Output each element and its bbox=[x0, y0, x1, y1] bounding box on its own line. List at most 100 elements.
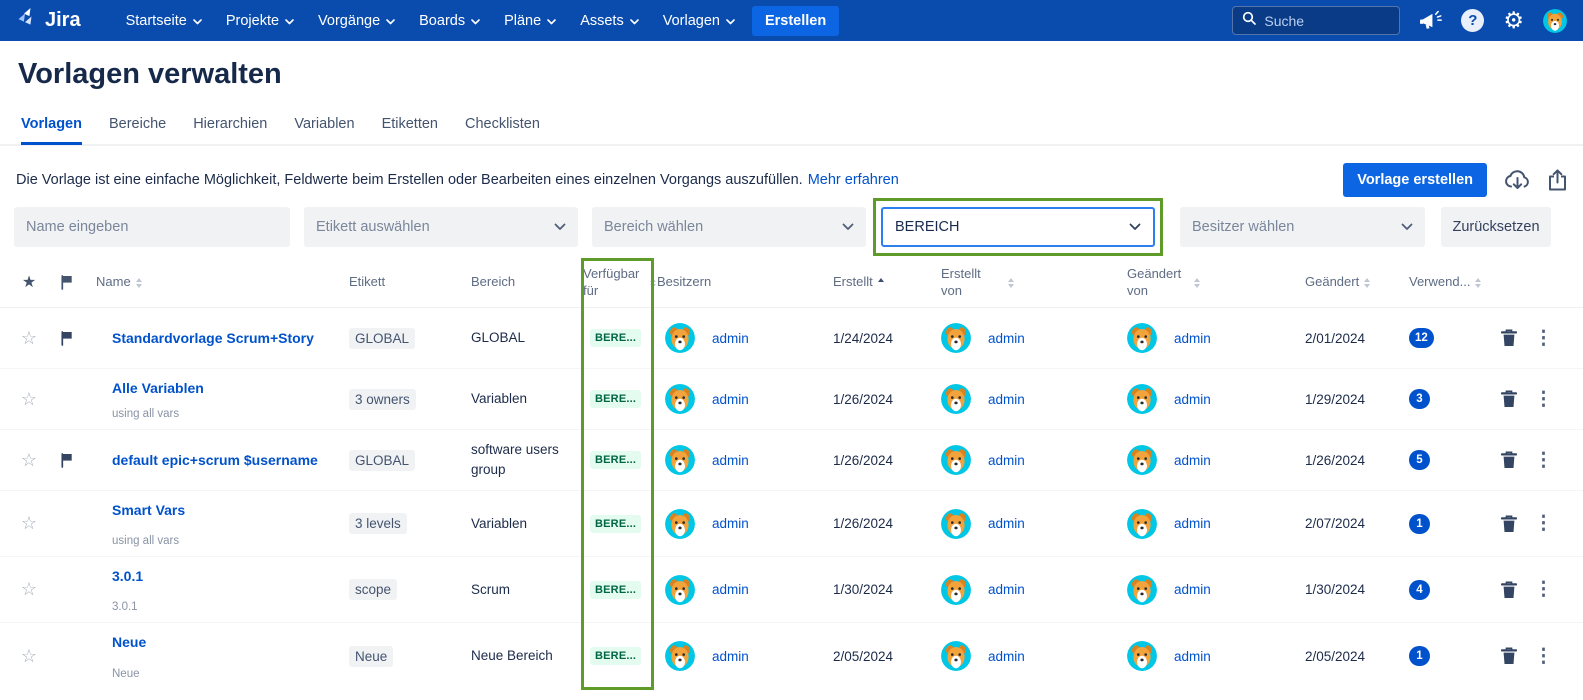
nav-item-assets[interactable]: Assets bbox=[569, 6, 650, 36]
column-header-erstellt[interactable]: Erstellt bbox=[825, 274, 933, 290]
modified-by-link[interactable]: admin bbox=[1174, 331, 1211, 346]
modified-by-link[interactable]: admin bbox=[1174, 582, 1211, 597]
sort-icon bbox=[1475, 277, 1482, 288]
user-avatar[interactable] bbox=[1543, 8, 1567, 33]
kebab-menu-icon[interactable]: ⋮ bbox=[1534, 390, 1553, 409]
template-name-link[interactable]: Standardvorlage Scrum+Story bbox=[112, 330, 314, 346]
tab-checklisten[interactable]: Checklisten bbox=[465, 116, 540, 145]
nav-item-vorg-nge[interactable]: Vorgänge bbox=[307, 6, 406, 36]
scope-cell: Neue Bereich bbox=[471, 648, 553, 664]
nav-item-projekte[interactable]: Projekte bbox=[215, 6, 305, 36]
tab-hierarchien[interactable]: Hierarchien bbox=[193, 116, 267, 145]
created-by-link[interactable]: admin bbox=[988, 582, 1025, 597]
export-share-icon[interactable] bbox=[1548, 169, 1567, 191]
flag-column-header[interactable] bbox=[52, 275, 82, 290]
favorite-star-icon[interactable]: ☆ bbox=[14, 513, 44, 534]
available-for-badge: BERE... bbox=[590, 451, 642, 469]
created-date: 2/05/2024 bbox=[833, 648, 894, 664]
label-filter-select[interactable]: Etikett auswählen bbox=[304, 207, 578, 247]
template-name-link[interactable]: default epic+scrum $username bbox=[112, 452, 318, 468]
kebab-menu-icon[interactable]: ⋮ bbox=[1534, 329, 1553, 348]
owner-avatar bbox=[665, 508, 695, 539]
bereich-filter-select-focused[interactable]: BEREICH bbox=[881, 207, 1155, 247]
template-name-link[interactable]: 3.0.1 bbox=[112, 568, 143, 584]
created-by-link[interactable]: admin bbox=[988, 331, 1025, 346]
kebab-menu-icon[interactable]: ⋮ bbox=[1534, 514, 1553, 533]
column-header-verwendet[interactable]: Verwend... bbox=[1401, 274, 1489, 290]
owner-filter-select[interactable]: Besitzer wählen bbox=[1180, 207, 1425, 247]
kebab-menu-icon[interactable]: ⋮ bbox=[1534, 647, 1553, 666]
tab-variablen[interactable]: Variablen bbox=[294, 116, 354, 145]
tab-vorlagen[interactable]: Vorlagen bbox=[21, 116, 82, 145]
delete-trash-icon[interactable] bbox=[1501, 514, 1517, 533]
delete-trash-icon[interactable] bbox=[1501, 329, 1517, 347]
nav-item-pl-ne[interactable]: Pläne bbox=[493, 6, 567, 36]
template-name-link[interactable]: Neue bbox=[112, 634, 146, 650]
modified-by-link[interactable]: admin bbox=[1174, 649, 1211, 664]
owner-avatar bbox=[665, 323, 695, 353]
create-template-button[interactable]: Vorlage erstellen bbox=[1343, 163, 1487, 197]
modified-by-cell: admin bbox=[1119, 323, 1297, 353]
search-box[interactable] bbox=[1232, 6, 1401, 35]
kebab-menu-icon[interactable]: ⋮ bbox=[1534, 451, 1553, 470]
created-by-cell: admin bbox=[933, 574, 1119, 605]
owner-link[interactable]: admin bbox=[712, 582, 749, 597]
template-name-link[interactable]: Alle Variablen bbox=[112, 380, 204, 396]
column-header-erstellt-von[interactable]: Erstellt von bbox=[933, 266, 1119, 299]
star-column-header[interactable]: ★ bbox=[14, 273, 44, 293]
nav-item-startseite[interactable]: Startseite bbox=[115, 6, 213, 36]
modified-date: 2/07/2024 bbox=[1305, 516, 1366, 531]
favorite-star-icon[interactable]: ☆ bbox=[14, 389, 44, 410]
modified-by-link[interactable]: admin bbox=[1174, 453, 1211, 468]
search-input[interactable] bbox=[1264, 12, 1385, 29]
owner-link[interactable]: admin bbox=[712, 516, 749, 531]
column-header-verfuegbar[interactable]: Verfügbar für bbox=[583, 266, 657, 299]
table-row: ☆ Smart Vars using all vars 3 levels Var… bbox=[0, 491, 1583, 557]
delete-trash-icon[interactable] bbox=[1501, 451, 1517, 469]
create-button[interactable]: Erstellen bbox=[751, 5, 840, 36]
megaphone-icon[interactable] bbox=[1419, 10, 1443, 31]
modified-by-link[interactable]: admin bbox=[1174, 392, 1211, 407]
favorite-star-icon[interactable]: ☆ bbox=[14, 646, 44, 667]
created-by-cell: admin bbox=[933, 641, 1119, 671]
jira-logo[interactable]: Jira bbox=[16, 7, 81, 34]
modified-by-avatar bbox=[1127, 323, 1157, 353]
help-icon[interactable]: ? bbox=[1461, 9, 1485, 32]
created-by-link[interactable]: admin bbox=[988, 516, 1025, 531]
owner-link[interactable]: admin bbox=[712, 392, 749, 407]
column-header-geaendert-von[interactable]: Geändert von bbox=[1119, 266, 1297, 299]
favorite-star-icon[interactable]: ☆ bbox=[14, 579, 44, 600]
nav-item-boards[interactable]: Boards bbox=[408, 6, 491, 36]
name-filter-field[interactable] bbox=[14, 207, 290, 247]
owner-link[interactable]: admin bbox=[712, 331, 749, 346]
template-name-link[interactable]: Smart Vars bbox=[112, 502, 185, 518]
owner-link[interactable]: admin bbox=[712, 649, 749, 664]
reset-filters-button[interactable]: Zurücksetzen bbox=[1441, 207, 1551, 247]
available-for-cell: BERE... bbox=[583, 647, 657, 665]
tab-bereiche[interactable]: Bereiche bbox=[109, 116, 166, 145]
delete-trash-icon[interactable] bbox=[1501, 390, 1517, 408]
kebab-menu-icon[interactable]: ⋮ bbox=[1534, 580, 1553, 599]
row-actions: ⋮ bbox=[1489, 390, 1583, 409]
row-actions: ⋮ bbox=[1489, 451, 1583, 470]
modified-by-link[interactable]: admin bbox=[1174, 516, 1211, 531]
owner-avatar bbox=[665, 445, 695, 475]
created-by-link[interactable]: admin bbox=[988, 392, 1025, 407]
owner-link[interactable]: admin bbox=[712, 453, 749, 468]
tab-etiketten[interactable]: Etiketten bbox=[382, 116, 438, 145]
settings-gear-icon[interactable]: ⚙ bbox=[1503, 9, 1524, 32]
name-filter-input[interactable] bbox=[26, 219, 278, 235]
created-date: 1/24/2024 bbox=[833, 330, 894, 346]
import-cloud-icon[interactable] bbox=[1504, 169, 1531, 191]
delete-trash-icon[interactable] bbox=[1501, 580, 1517, 599]
nav-item-vorlagen[interactable]: Vorlagen bbox=[652, 6, 746, 36]
created-by-link[interactable]: admin bbox=[988, 649, 1025, 664]
column-header-name[interactable]: Name bbox=[96, 274, 349, 290]
learn-more-link[interactable]: Mehr erfahren bbox=[808, 172, 899, 188]
favorite-star-icon[interactable]: ☆ bbox=[14, 328, 44, 349]
delete-trash-icon[interactable] bbox=[1501, 647, 1517, 665]
scope-filter-select[interactable]: Bereich wählen bbox=[592, 207, 866, 247]
column-header-geaendert[interactable]: Geändert bbox=[1297, 274, 1401, 290]
created-by-link[interactable]: admin bbox=[988, 453, 1025, 468]
favorite-star-icon[interactable]: ☆ bbox=[14, 450, 44, 471]
